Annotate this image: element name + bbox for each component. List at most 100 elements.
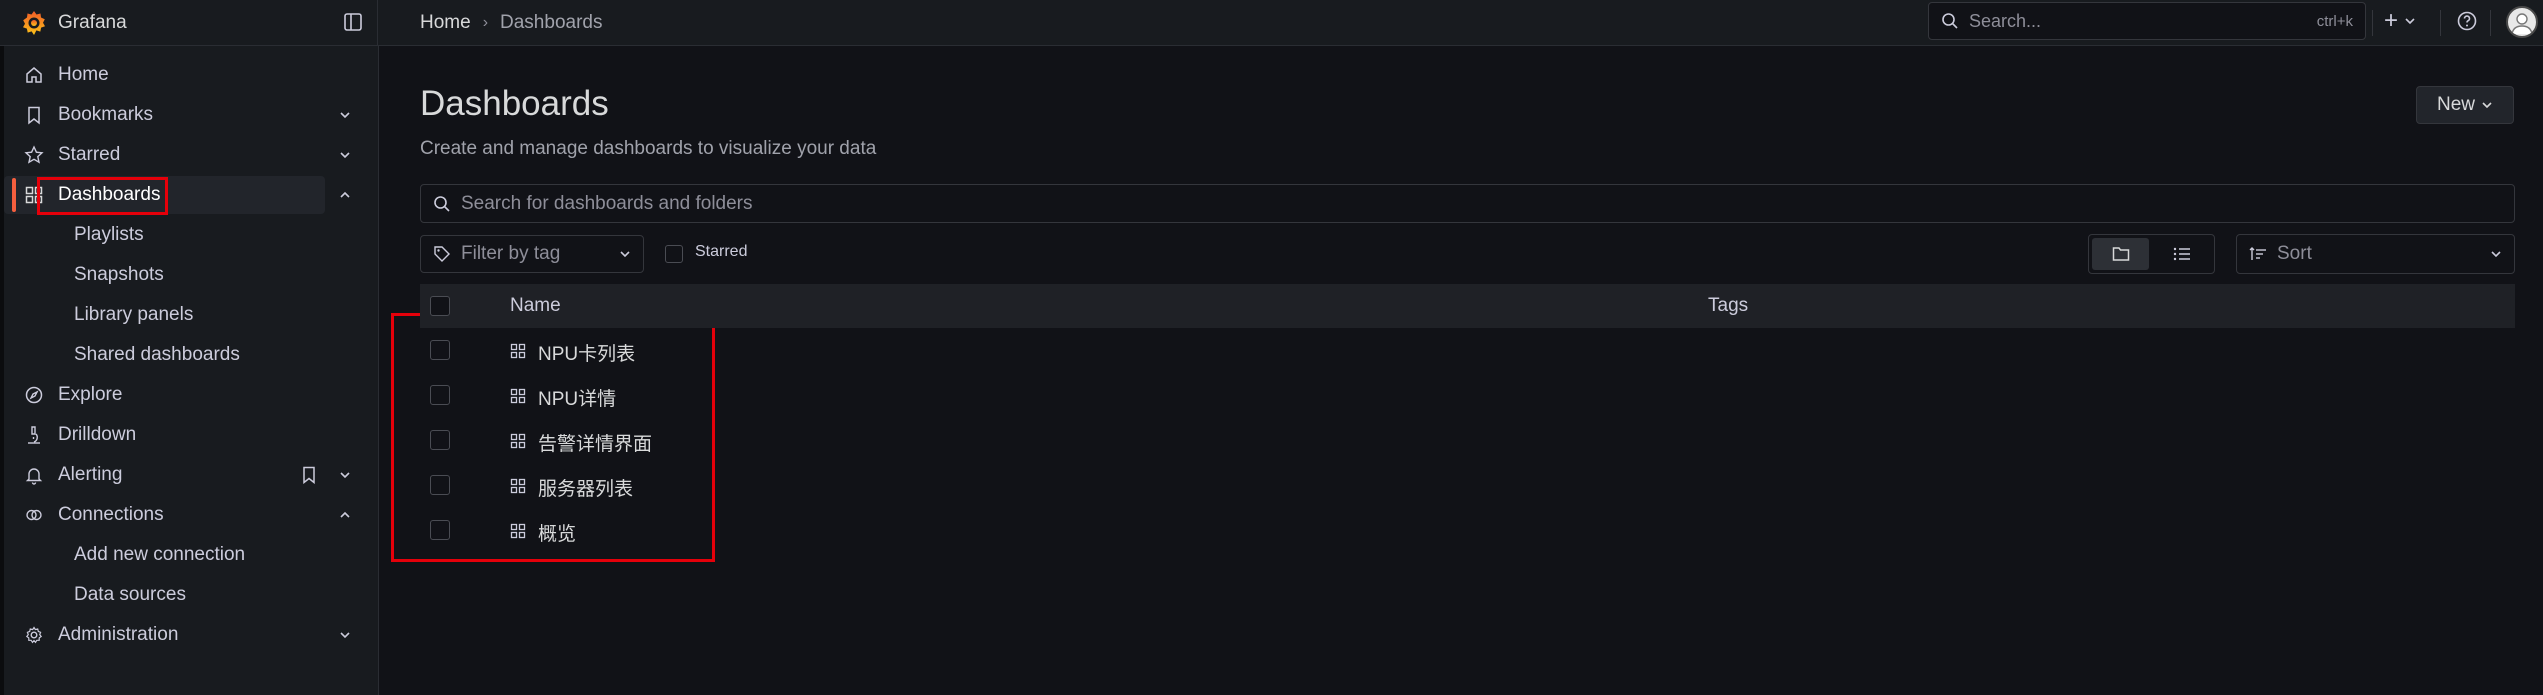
user-avatar[interactable] bbox=[2506, 6, 2538, 38]
tag-filter-placeholder: Filter by tag bbox=[461, 243, 561, 264]
top-bar: Grafana Home › Dashboards Search... ctrl… bbox=[0, 0, 2543, 46]
sidebar-item-add-new-connection[interactable]: Add new connection bbox=[74, 540, 245, 570]
dashboard-link[interactable]: 服务器列表 bbox=[538, 474, 633, 501]
list-view-button[interactable] bbox=[2153, 238, 2210, 270]
sidebar-item-home[interactable]: Home bbox=[4, 56, 324, 94]
search-icon bbox=[1942, 13, 1958, 29]
chevron-up-icon[interactable] bbox=[338, 508, 352, 522]
chevron-down-icon[interactable] bbox=[338, 468, 352, 482]
starred-checkbox[interactable] bbox=[665, 245, 683, 263]
add-new-button[interactable]: + bbox=[2384, 7, 2416, 35]
column-header-tags: Tags bbox=[1708, 295, 1749, 316]
sidebar-item-explore[interactable]: Explore bbox=[4, 376, 324, 414]
view-toggle bbox=[2088, 234, 2215, 274]
divider bbox=[2490, 10, 2491, 36]
row-checkbox[interactable] bbox=[430, 475, 450, 495]
grafana-logo-icon bbox=[23, 10, 45, 35]
app-title: Grafana bbox=[58, 11, 127, 33]
table-row[interactable]: NPU卡列表 bbox=[420, 328, 2515, 373]
bell-icon bbox=[25, 468, 43, 485]
global-search-input[interactable]: Search... ctrl+k bbox=[1928, 2, 2366, 40]
breadcrumb-separator: › bbox=[482, 13, 489, 31]
sidebar-item-label: Bookmarks bbox=[58, 104, 154, 125]
chevron-down-icon bbox=[2491, 251, 2501, 258]
sidebar: Home Bookmarks Starred Dashboards Playli… bbox=[0, 46, 379, 695]
table-row[interactable]: 服务器列表 bbox=[420, 463, 2515, 508]
new-button-label: New bbox=[2436, 94, 2475, 115]
sidebar-item-bookmarks[interactable]: Bookmarks bbox=[4, 96, 350, 134]
star-icon bbox=[24, 145, 44, 164]
sidebar-item-drilldown[interactable]: Drilldown bbox=[4, 416, 324, 454]
sidebar-item-connections[interactable]: Connections bbox=[4, 496, 350, 534]
sidebar-item-administration[interactable]: Administration bbox=[4, 616, 350, 654]
help-icon[interactable] bbox=[2455, 9, 2479, 33]
sidebar-item-shared-dashboards[interactable]: Shared dashboards bbox=[74, 340, 240, 370]
sort-placeholder: Sort bbox=[2277, 243, 2312, 264]
sidebar-item-data-sources[interactable]: Data sources bbox=[74, 580, 186, 610]
table-row[interactable]: NPU详情 bbox=[420, 373, 2515, 418]
new-button[interactable]: New bbox=[2416, 86, 2514, 124]
breadcrumb-home[interactable]: Home bbox=[420, 12, 471, 34]
user-icon bbox=[2511, 13, 2533, 35]
row-checkbox[interactable] bbox=[430, 385, 450, 405]
dashboard-icon bbox=[510, 343, 526, 359]
sidebar-item-label: Dashboards bbox=[58, 184, 161, 205]
home-icon bbox=[26, 67, 42, 83]
chevron-down-icon bbox=[620, 251, 630, 258]
row-checkbox[interactable] bbox=[430, 430, 450, 450]
chevron-down-icon bbox=[2405, 18, 2415, 25]
chevron-down-icon[interactable] bbox=[338, 108, 352, 122]
column-header-name[interactable]: Name bbox=[510, 295, 561, 317]
dashboard-link[interactable]: 告警详情界面 bbox=[538, 429, 652, 456]
dashboard-link[interactable]: 概览 bbox=[538, 519, 576, 546]
divider bbox=[2440, 10, 2441, 36]
table-row[interactable]: 概览 bbox=[420, 508, 2515, 553]
select-all-checkbox[interactable] bbox=[430, 296, 450, 316]
folder-icon bbox=[2112, 247, 2129, 261]
tag-icon bbox=[434, 246, 450, 262]
chevron-down-icon bbox=[2482, 102, 2492, 109]
divider bbox=[2372, 10, 2373, 36]
cog-icon bbox=[25, 626, 43, 644]
sidebar-item-label: Administration bbox=[58, 624, 179, 645]
sidebar-item-library-panels[interactable]: Library panels bbox=[74, 300, 193, 330]
sidebar-item-dashboards[interactable]: Dashboards bbox=[4, 176, 350, 214]
row-checkbox[interactable] bbox=[430, 520, 450, 540]
tag-filter-select[interactable]: Filter by tag bbox=[420, 235, 644, 273]
brand[interactable]: Grafana bbox=[0, 0, 378, 46]
page-title: Dashboards bbox=[420, 84, 609, 123]
dashboard-icon bbox=[510, 433, 526, 449]
dashboard-search-placeholder: Search for dashboards and folders bbox=[461, 192, 753, 214]
global-search-placeholder: Search... bbox=[1969, 10, 2042, 31]
sidebar-item-label: Connections bbox=[58, 504, 164, 525]
chevron-down-icon[interactable] bbox=[338, 628, 352, 642]
sidebar-item-snapshots[interactable]: Snapshots bbox=[74, 260, 164, 290]
sidebar-item-alerting[interactable]: Alerting bbox=[4, 456, 350, 494]
bookmark-icon[interactable] bbox=[301, 466, 317, 484]
breadcrumb: Home › Dashboards bbox=[420, 12, 602, 34]
table-header: Name Tags bbox=[420, 284, 2515, 328]
search-icon bbox=[434, 195, 450, 212]
breadcrumb-current: Dashboards bbox=[500, 11, 603, 33]
dashboard-link[interactable]: NPU卡列表 bbox=[538, 339, 635, 366]
sidebar-item-label: Alerting bbox=[58, 464, 123, 485]
search-shortcut: ctrl+k bbox=[2316, 12, 2353, 30]
dashboard-link[interactable]: NPU详情 bbox=[538, 384, 616, 411]
table-row[interactable]: 告警详情界面 bbox=[420, 418, 2515, 463]
sidebar-item-playlists[interactable]: Playlists bbox=[74, 220, 144, 250]
sidebar-item-label: Home bbox=[58, 64, 109, 85]
starred-label[interactable]: Starred bbox=[695, 243, 747, 261]
sidebar-item-label: Explore bbox=[58, 384, 123, 405]
dashboard-icon bbox=[510, 523, 526, 539]
sort-select[interactable]: Sort bbox=[2236, 234, 2515, 274]
row-checkbox[interactable] bbox=[430, 340, 450, 360]
bookmark-icon bbox=[28, 106, 40, 125]
sidebar-item-label: Drilldown bbox=[58, 424, 137, 445]
dock-menu-icon[interactable] bbox=[342, 11, 364, 33]
sort-icon bbox=[2249, 247, 2266, 260]
chevron-up-icon[interactable] bbox=[338, 188, 352, 202]
folder-view-button[interactable] bbox=[2092, 238, 2149, 270]
sidebar-item-starred[interactable]: Starred bbox=[4, 136, 350, 174]
chevron-down-icon[interactable] bbox=[338, 148, 352, 162]
dashboard-search-input[interactable]: Search for dashboards and folders bbox=[420, 184, 2515, 223]
